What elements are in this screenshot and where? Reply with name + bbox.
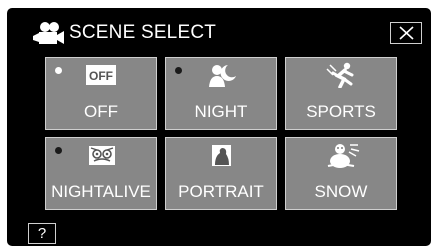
close-button[interactable] <box>390 22 422 44</box>
scene-select-screen: SCENE SELECT OFF OFF NIGHT SPORTS NIGHTA… <box>7 8 431 246</box>
scene-tile-night[interactable]: NIGHT <box>165 57 277 130</box>
scene-tile-off[interactable]: OFF OFF <box>45 57 157 130</box>
unselected-indicator <box>175 67 182 74</box>
portrait-icon <box>202 142 242 168</box>
close-icon <box>399 26 414 40</box>
scene-label: PORTRAIT <box>178 182 264 201</box>
scene-label: SPORTS <box>306 102 376 121</box>
unselected-indicator <box>55 147 62 154</box>
sports-runner-icon <box>322 62 362 89</box>
scene-label: NIGHT <box>194 102 248 121</box>
scene-tile-sports[interactable]: SPORTS <box>285 57 397 130</box>
scene-label: OFF <box>84 102 118 121</box>
selected-indicator <box>55 67 62 74</box>
scene-label: NIGHTALIVE <box>51 182 151 201</box>
help-button[interactable]: ? <box>28 223 56 244</box>
scene-tile-portrait[interactable]: PORTRAIT <box>165 137 277 210</box>
off-badge-text: OFF <box>89 69 113 83</box>
owl-icon <box>82 142 122 168</box>
scene-label: SNOW <box>314 182 368 201</box>
night-person-moon-icon <box>202 62 242 88</box>
movie-camera-icon <box>33 21 65 45</box>
header-bar: SCENE SELECT <box>7 8 431 58</box>
off-badge-icon: OFF <box>82 62 122 88</box>
scene-tile-snow[interactable]: SNOW <box>285 137 397 210</box>
scene-tile-nightalive[interactable]: NIGHTALIVE <box>45 137 157 210</box>
snowman-icon <box>322 142 362 168</box>
page-title: SCENE SELECT <box>69 22 217 43</box>
